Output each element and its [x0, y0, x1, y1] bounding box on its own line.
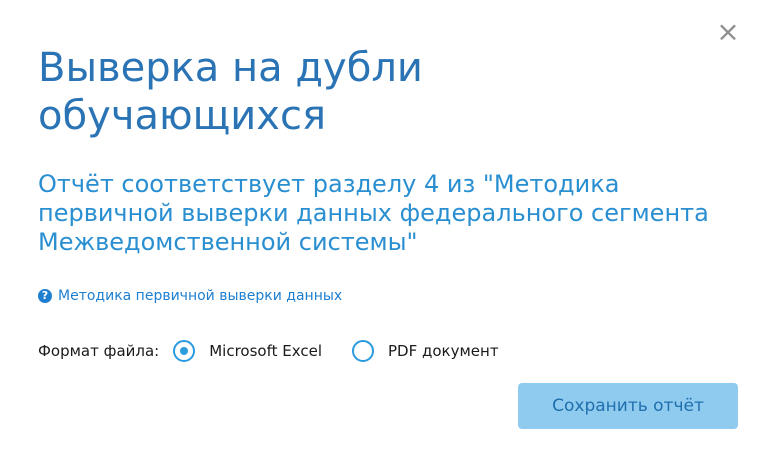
radio-excel[interactable] — [173, 340, 196, 362]
dialog-title: Выверка на дубли обучающихся — [38, 45, 423, 139]
file-format-selector: Формат файла: Microsoft Excel PDF докуме… — [38, 336, 529, 366]
format-option-pdf-label: PDF документ — [388, 342, 499, 360]
file-format-label: Формат файла: — [38, 342, 160, 360]
format-option-pdf[interactable]: PDF документ — [352, 340, 499, 362]
radio-pdf[interactable] — [352, 340, 374, 362]
methodology-help-link[interactable]: ? Методика первичной выверки данных — [38, 288, 342, 304]
help-link-label: Методика первичной выверки данных — [58, 288, 343, 304]
format-option-excel[interactable]: Microsoft Excel — [173, 340, 322, 362]
question-circle-icon: ? — [38, 289, 52, 303]
report-dialog: × Выверка на дубли обучающихся Отчёт соо… — [0, 0, 760, 456]
dialog-subtitle: Отчёт соответствует разделу 4 из "Методи… — [38, 170, 709, 256]
save-report-button[interactable]: Сохранить отчёт — [518, 383, 738, 429]
close-button[interactable]: × — [714, 18, 742, 46]
format-option-excel-label: Microsoft Excel — [209, 342, 322, 360]
